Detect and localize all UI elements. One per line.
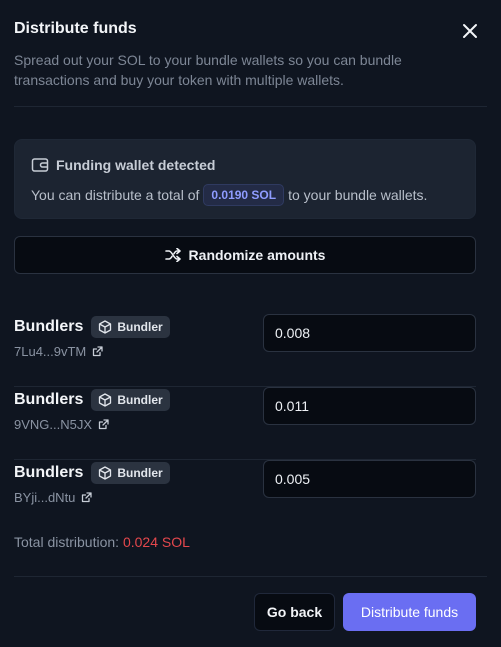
bundler-title: Bundlers — [14, 464, 84, 481]
external-link-icon — [98, 419, 109, 430]
wallet-address-link[interactable]: 7Lu4...9vTM — [14, 344, 103, 359]
total-distribution: Total distribution: 0.024 SOL — [14, 534, 190, 550]
external-link-icon — [93, 346, 103, 357]
distribute-funds-button[interactable]: Distribute funds — [343, 593, 476, 631]
wallet-icon — [31, 158, 49, 172]
wallet-address: BYji...dNtu — [14, 490, 76, 505]
randomize-label: Randomize amounts — [188, 247, 326, 263]
wallet-address-link[interactable]: BYji...dNtu — [14, 490, 93, 505]
wallet-address: 9VNG...N5JX — [14, 417, 93, 432]
footer-divider — [14, 576, 487, 577]
external-link-icon — [82, 492, 93, 503]
bundler-label: Bundlers Bundler — [14, 462, 170, 484]
bundler-amount-input[interactable] — [263, 387, 476, 425]
bundler-badge-text: Bundler — [117, 466, 163, 480]
shuffle-icon — [164, 248, 181, 262]
bundler-badge: Bundler — [91, 462, 170, 484]
modal-header: Distribute funds — [14, 20, 487, 38]
randomize-amounts-button[interactable]: Randomize amounts — [14, 236, 476, 274]
modal-title: Distribute funds — [14, 20, 137, 37]
bundler-amount-input[interactable] — [263, 314, 476, 352]
bundler-row: Bundlers Bundler 9VNG...N5JX — [14, 387, 476, 460]
available-sol-amount: 0.0190 SOL — [203, 184, 285, 206]
modal-subtitle: Spread out your SOL to your bundle walle… — [14, 52, 402, 88]
cube-icon — [99, 466, 112, 480]
bundler-title: Bundlers — [14, 391, 84, 408]
header-divider — [14, 106, 487, 107]
funding-text-after: to your bundle wallets. — [288, 187, 428, 203]
bundler-label: Bundlers Bundler — [14, 316, 170, 338]
funding-title: Funding wallet detected — [31, 157, 215, 173]
total-label: Total distribution: — [14, 534, 120, 550]
go-back-button[interactable]: Go back — [254, 593, 335, 631]
bundler-badge: Bundler — [91, 389, 170, 411]
bundler-row: Bundlers Bundler BYji...dNtu — [14, 460, 476, 533]
bundler-badge-text: Bundler — [117, 320, 163, 334]
cube-icon — [99, 320, 112, 334]
wallet-address-link[interactable]: 9VNG...N5JX — [14, 417, 109, 432]
bundler-label: Bundlers Bundler — [14, 389, 170, 411]
funding-wallet-panel: Funding wallet detected You can distribu… — [14, 139, 476, 219]
bundler-title: Bundlers — [14, 318, 84, 335]
funding-title-text: Funding wallet detected — [56, 157, 216, 173]
funding-description: You can distribute a total of 0.0190 SOL… — [31, 184, 427, 206]
bundler-amount-input[interactable] — [263, 460, 476, 498]
bundler-row: Bundlers Bundler 7Lu4...9vTM — [14, 314, 476, 387]
funding-text-before: You can distribute a total of — [31, 187, 200, 203]
distribute-funds-modal: Distribute funds Spread out your SOL to … — [0, 0, 501, 647]
bundler-badge-text: Bundler — [117, 393, 163, 407]
close-button[interactable] — [457, 18, 483, 44]
wallet-address: 7Lu4...9vTM — [14, 344, 87, 359]
bundler-badge: Bundler — [91, 316, 170, 338]
total-value: 0.024 SOL — [122, 534, 190, 550]
cube-icon — [99, 393, 112, 407]
close-icon — [463, 24, 477, 38]
